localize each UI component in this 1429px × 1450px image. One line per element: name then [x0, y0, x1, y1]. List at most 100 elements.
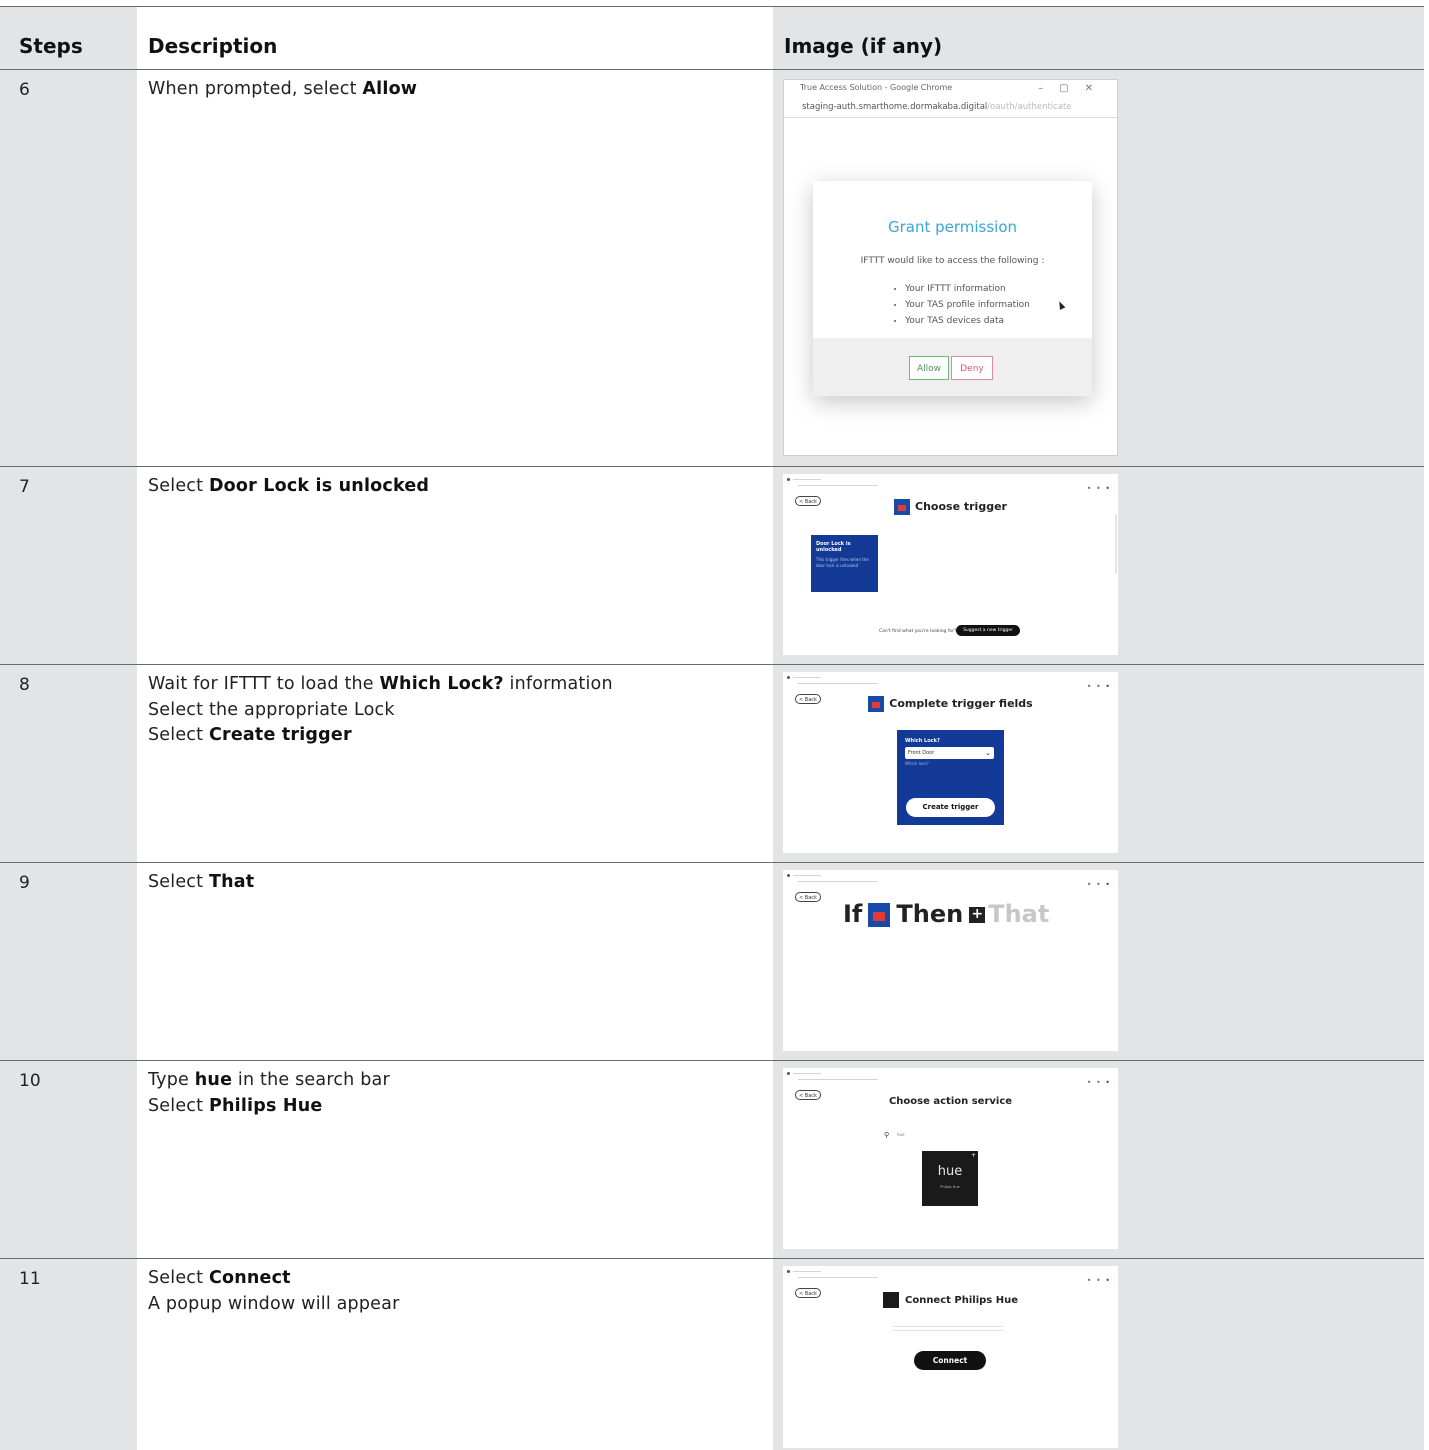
list-item: Your IFTTT information	[905, 281, 1030, 297]
screenshot-connect-philips-hue: • • • < Back Connect Philips Hue Connect	[783, 1266, 1118, 1448]
tas-service-icon	[868, 696, 885, 712]
screenshot-choose-action-service: • • • < Back Choose action service ⚲ hue…	[783, 1068, 1118, 1249]
list-item: Your TAS devices data	[905, 313, 1030, 329]
allow-button[interactable]: Allow	[909, 356, 949, 380]
description-text: Select	[148, 476, 209, 496]
list-item: Your TAS profile information	[905, 297, 1030, 313]
description-text: Wait for IFTTT to load the	[148, 674, 380, 694]
if-then-that-heading: If Then + That	[843, 900, 1049, 928]
page-title: Connect Philips Hue	[783, 1292, 1118, 1308]
dialog-intro: IFTTT would like to access the following…	[860, 256, 1045, 266]
extensions-icon: • • •	[1086, 484, 1111, 493]
cant-find-text: Can't find what you're looking for?	[879, 629, 957, 634]
browser-chrome	[786, 478, 886, 488]
description-line: When prompted, select Allow	[148, 77, 417, 103]
emphasis-text: Which Lock?	[379, 674, 504, 694]
url-path: /oauth/authenticate	[987, 102, 1072, 112]
back-button[interactable]: < Back	[795, 892, 821, 902]
steps-column-shade	[0, 6, 137, 1450]
philips-hue-tile[interactable]: + hue Philips Hue	[922, 1151, 978, 1206]
permission-dialog: Grant permission IFTTT would like to acc…	[813, 181, 1092, 396]
row-rule	[0, 862, 1424, 863]
header-description: Description	[148, 34, 278, 58]
which-lock-select[interactable]: Front Door ⌄	[905, 747, 994, 759]
screenshot-if-then-that: • • • < Back If Then + That	[783, 870, 1118, 1051]
step-number: 11	[19, 1269, 41, 1289]
description-line: Type hue in the search bar	[148, 1068, 390, 1094]
philips-hue-logo-icon	[882, 1292, 899, 1308]
extensions-icon: • • •	[1086, 682, 1111, 691]
step-number: 8	[19, 675, 30, 695]
hue-tile-label: Philips Hue	[940, 1185, 960, 1189]
service-description-placeholder	[893, 1326, 1003, 1334]
description-line: Wait for IFTTT to load the Which Lock? i…	[148, 672, 613, 698]
permission-list: Your IFTTT information Your TAS profile …	[893, 281, 1030, 329]
step-number: 7	[19, 477, 30, 497]
that-button[interactable]: That	[988, 900, 1049, 928]
description-line: Select Create trigger	[148, 723, 613, 749]
emphasis-text: Philips Hue	[208, 1095, 323, 1116]
if-word: If	[843, 900, 863, 928]
search-icon: ⚲	[884, 1131, 890, 1139]
header-rule	[0, 69, 1424, 70]
screenshot-complete-trigger: • • • < Back Complete trigger fields Whi…	[783, 672, 1118, 853]
description-text: When prompted, select	[148, 79, 363, 99]
description-text: Select the appropriate Lock	[148, 699, 395, 720]
step-number: 9	[19, 873, 30, 893]
step-description: Wait for IFTTT to load the Which Lock? i…	[148, 672, 613, 749]
description-text: Select	[148, 725, 209, 745]
table-top-rule	[0, 6, 1424, 7]
step-description: Select That	[148, 870, 254, 896]
emphasis-text: Create trigger	[208, 725, 352, 745]
description-text: A popup window will appear	[148, 1293, 400, 1314]
page-title: Complete trigger fields	[783, 696, 1118, 712]
create-trigger-button[interactable]: Create trigger	[906, 798, 995, 817]
trigger-card-title: Door Lock is unlocked	[816, 541, 851, 553]
row-rule	[0, 466, 1424, 467]
deny-button[interactable]: Deny	[951, 356, 993, 380]
description-line: Select Philips Hue	[148, 1094, 390, 1120]
which-lock-hint: Which lock?	[905, 761, 929, 766]
dialog-heading: Grant permission	[887, 218, 1018, 236]
url-host: staging-auth.smarthome.dormakaba.digital	[802, 102, 988, 112]
extensions-icon: • • •	[1086, 880, 1111, 889]
step-description: Type hue in the search bar Select Philips…	[148, 1068, 390, 1119]
browser-window-title: True Access Solution - Google Chrome	[800, 83, 953, 92]
suggest-trigger-button[interactable]: Suggest a new trigger	[956, 625, 1020, 636]
browser-title-bar: True Access Solution - Google Chrome –▢✕	[784, 80, 1117, 99]
scrollbar[interactable]	[1115, 514, 1117, 574]
step-description: Select Connect A popup window will appear	[148, 1266, 399, 1317]
row-rule	[0, 1258, 1424, 1259]
then-word: Then	[896, 900, 964, 928]
browser-chrome	[786, 676, 886, 686]
emphasis-text: hue	[194, 1070, 233, 1090]
description-line: Select Connect	[148, 1266, 399, 1292]
screenshot-choose-trigger: • • • < Back Choose trigger Door Lock is…	[783, 474, 1118, 655]
step-number: 6	[19, 80, 30, 100]
browser-chrome	[786, 1072, 886, 1082]
browser-chrome	[786, 874, 886, 884]
extensions-icon: • • •	[1086, 1276, 1111, 1285]
connect-button[interactable]: Connect	[914, 1351, 986, 1370]
description-line: A popup window will appear	[148, 1292, 399, 1318]
header-steps: Steps	[19, 34, 83, 58]
plus-icon[interactable]: +	[969, 907, 986, 923]
step-description: Select Door Lock is unlocked	[148, 474, 429, 500]
hue-logo: hue	[937, 1164, 963, 1179]
trigger-card-door-unlocked[interactable]: Door Lock is unlocked This trigger fires…	[811, 535, 878, 592]
description-text: Select	[148, 1268, 209, 1288]
page-title: Choose action service	[888, 1096, 1013, 1107]
page-title: Choose trigger	[783, 499, 1118, 515]
emphasis-text: Allow	[362, 79, 418, 99]
tas-service-icon	[868, 903, 891, 927]
emphasis-text: Door Lock is unlocked	[208, 476, 430, 496]
step-description: When prompted, select Allow	[148, 77, 417, 103]
description-line: Select Door Lock is unlocked	[148, 474, 429, 500]
trigger-fields-form: Which Lock? Front Door ⌄ Which lock? Crea…	[897, 730, 1004, 825]
chevron-down-icon: ⌄	[985, 749, 991, 757]
step-number: 10	[19, 1071, 41, 1091]
search-input[interactable]: hue	[897, 1132, 905, 1137]
browser-chrome	[786, 1270, 886, 1280]
which-lock-label: Which Lock?	[905, 738, 940, 744]
mouse-cursor-icon	[1056, 300, 1066, 310]
